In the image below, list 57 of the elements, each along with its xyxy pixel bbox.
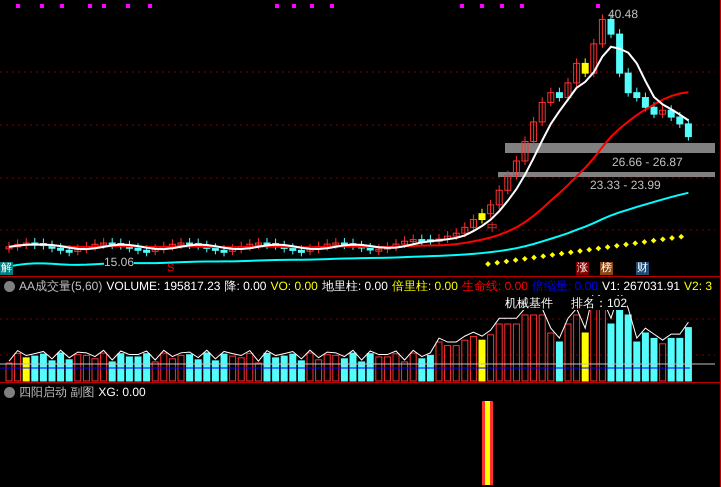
volume-bar — [478, 340, 486, 382]
signal-marker: S — [166, 262, 176, 275]
volume-bar — [178, 354, 184, 382]
candlestick — [178, 238, 184, 250]
panel-title: 四阳启动 副图 — [19, 384, 94, 401]
indicator-reading: 地里柱: 0.00 — [322, 278, 388, 295]
indicator-reading: VOLUME: 195817.23 — [106, 278, 220, 295]
volume-bar — [92, 358, 98, 382]
collapse-icon[interactable] — [4, 386, 15, 398]
rank-label: 排名：102 — [571, 296, 628, 310]
candlestick — [48, 240, 56, 253]
indicator-reading: V1: 267031.91 — [602, 278, 680, 295]
indicator-reading: 降: 0.00 — [224, 278, 266, 295]
indicator-reading: XG: 0.00 — [98, 384, 146, 401]
volume-bar — [608, 324, 614, 382]
sector-label: 机械基件 — [505, 296, 553, 310]
price-low-label: 15.06 — [104, 256, 134, 269]
candlestick — [478, 208, 486, 224]
candlestick — [306, 244, 314, 256]
candlestick — [564, 77, 572, 102]
candlestick — [522, 136, 528, 166]
volume-bar — [392, 353, 400, 382]
volume-bar — [522, 314, 528, 382]
volume-bar — [220, 354, 228, 382]
volume-bar — [436, 342, 442, 382]
volume-bar — [6, 362, 12, 382]
indicator-reading: VO: 0.00 — [270, 278, 318, 295]
candlestick — [350, 238, 356, 250]
indicator-reading: 生命线: 0.00 — [462, 278, 528, 295]
indicator-reading: 倍缩量: 0.00 — [532, 278, 598, 295]
volume-bar — [134, 356, 142, 382]
signal-marker: 涨 — [576, 262, 589, 275]
volume-bar — [650, 338, 658, 382]
volume-bar — [350, 352, 356, 382]
volume-bar — [306, 352, 314, 382]
candlestick — [392, 238, 400, 252]
candlestick — [264, 238, 270, 250]
price-high-label: 40.48 — [608, 6, 638, 23]
signal-marker: 解 — [0, 262, 13, 275]
indicator-reading: 倍里柱: 0.00 — [392, 278, 458, 295]
signal-marker: 财 — [636, 262, 649, 275]
collapse-icon[interactable] — [4, 280, 15, 292]
candlestick — [92, 238, 98, 252]
volume-bar — [48, 360, 56, 382]
indicator-reading: V2: 3 — [684, 278, 712, 295]
price-zone-label: 23.33 - 23.99 — [590, 178, 661, 192]
price-zone-label: 26.66 - 26.87 — [612, 155, 683, 169]
volume-bar — [264, 352, 270, 382]
panel-title: AA成交量(5,60) — [19, 278, 102, 295]
candlestick — [134, 242, 142, 255]
candlestick — [6, 241, 12, 254]
candle-tag: 中 — [487, 220, 498, 236]
candlestick — [436, 234, 442, 246]
signal-marker: 榜 — [600, 262, 613, 275]
candlestick — [650, 102, 658, 119]
volume-bar — [564, 324, 572, 382]
candlestick — [220, 244, 228, 257]
